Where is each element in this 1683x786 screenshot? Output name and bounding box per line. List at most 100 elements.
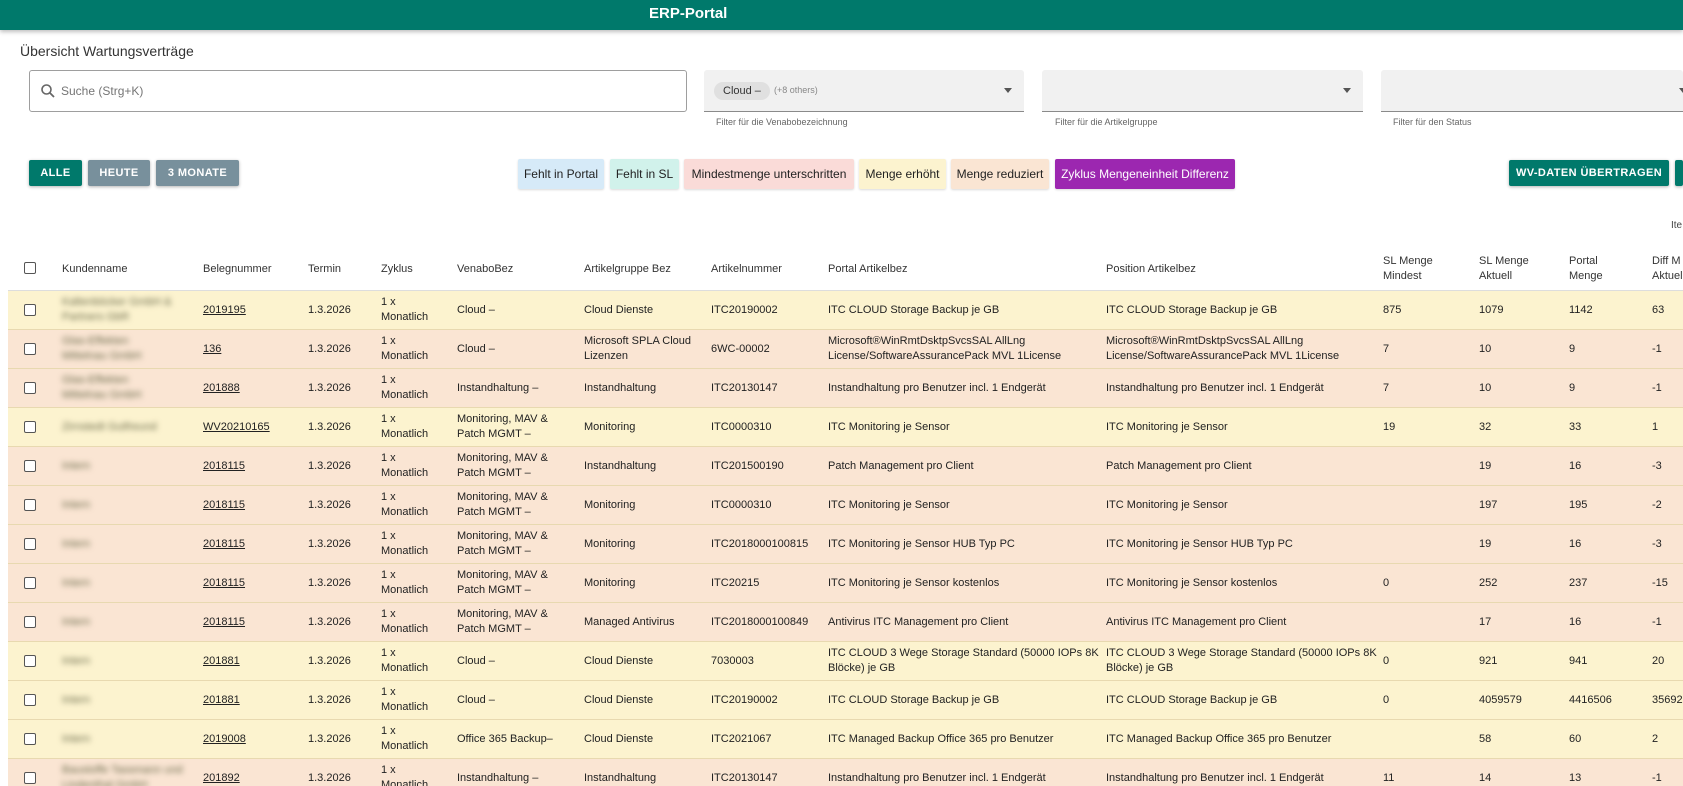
cell-artikelnummer: ITC20130147: [711, 382, 778, 394]
row-checkbox[interactable]: [24, 772, 36, 784]
header-sl-menge-aktuell[interactable]: SL Menge Aktuell: [1479, 254, 1529, 284]
cell-belegnummer[interactable]: 2019195: [203, 303, 246, 318]
header-portal-menge[interactable]: Portal Menge: [1569, 254, 1603, 284]
cell-portal-artikelbez: Instandhaltung pro Benutzer incl. 1 Endg…: [828, 382, 1046, 394]
cell-zyklus: 1 x Monatlich: [381, 764, 429, 786]
header-portal-artikelbez[interactable]: Portal Artikelbez: [828, 262, 907, 277]
cell-termin: 1.3.2026: [308, 382, 351, 394]
header-kundenname[interactable]: Kundenname: [62, 262, 127, 277]
cell-belegnummer[interactable]: 2018115: [203, 576, 245, 591]
table-row[interactable]: Intern 2018115 1.3.2026 1 x Monatlich Monitor…: [8, 447, 1683, 486]
cell-position-artikelbez: Antivirus ITC Management pro Client: [1106, 616, 1287, 628]
row-checkbox[interactable]: [24, 460, 36, 472]
cell-artikelnummer: ITC20130147: [711, 772, 778, 784]
cell-kundenname: Intern: [62, 616, 91, 628]
cell-zyklus: 1 x Monatlich: [381, 452, 429, 479]
row-checkbox[interactable]: [24, 733, 36, 745]
cell-kundenname: Intern: [62, 538, 91, 550]
header-belegnummer[interactable]: Belegnummer: [203, 262, 271, 277]
search-box[interactable]: [29, 70, 687, 112]
header-sl-aktuell-line2: Aktuell: [1479, 270, 1513, 282]
cell-diff-menge-aktuell: -1: [1652, 343, 1662, 355]
filter-chip-cloud[interactable]: Cloud –: [714, 82, 770, 100]
row-checkbox[interactable]: [24, 421, 36, 433]
filter-venabo-select[interactable]: Cloud – (+8 others): [704, 70, 1024, 112]
row-checkbox[interactable]: [24, 304, 36, 316]
cell-zyklus: 1 x Monatlich: [381, 725, 429, 752]
cell-portal-menge: 16: [1569, 616, 1582, 628]
table-row[interactable]: Intern 2018115 1.3.2026 1 x Monatlich Monitor…: [8, 603, 1683, 642]
header-zyklus[interactable]: Zyklus: [381, 262, 413, 277]
header-sl-menge-mindest[interactable]: SL Menge Mindest: [1383, 254, 1433, 284]
cell-belegnummer[interactable]: 2018115: [203, 498, 245, 513]
cell-portal-artikelbez: ITC CLOUD Storage Backup je GB: [828, 304, 1000, 316]
table-row[interactable]: Kaltenböcker GmbH & Partners GbR 2019195 1.…: [8, 291, 1683, 330]
cell-sl-menge-aktuell: 197: [1479, 499, 1498, 511]
cell-portal-menge: 1142: [1569, 304, 1593, 316]
table-row[interactable]: Intern 2019008 1.3.2026 1 x Monatlich Office …: [8, 720, 1683, 759]
overflow-button[interactable]: [1675, 160, 1683, 186]
alle-button[interactable]: ALLE: [29, 160, 82, 186]
cell-portal-menge: 16: [1569, 538, 1582, 550]
cell-belegnummer[interactable]: 201881: [203, 654, 240, 669]
row-checkbox[interactable]: [24, 694, 36, 706]
cell-belegnummer[interactable]: 201888: [203, 381, 240, 396]
cell-belegnummer[interactable]: WV20210165: [203, 420, 270, 435]
header-artikelgruppe[interactable]: Artikelgruppe Bez: [584, 262, 671, 277]
table-row[interactable]: Zirnstedt Gutfreund WV20210165 1.3.2026 1 x…: [8, 408, 1683, 447]
cell-belegnummer[interactable]: 2018115: [203, 615, 245, 630]
cell-termin: 1.3.2026: [308, 694, 351, 706]
cell-belegnummer[interactable]: 136: [203, 342, 221, 357]
row-checkbox[interactable]: [24, 499, 36, 511]
filter-artikelgruppe-select[interactable]: [1042, 70, 1363, 112]
items-per-page-label: Ite: [1671, 220, 1683, 231]
table-row[interactable]: Intern 201881 1.3.2026 1 x Monatlich Cloud – C…: [8, 642, 1683, 681]
table-row[interactable]: Baustoffe Tassmann und Lindenthal GmbH 201…: [8, 759, 1683, 786]
header-artikelnummer[interactable]: Artikelnummer: [711, 262, 782, 277]
cell-artikelnummer: ITC0000310: [711, 499, 772, 511]
table-row[interactable]: Intern 2018115 1.3.2026 1 x Monatlich Monitor…: [8, 486, 1683, 525]
table-row[interactable]: Glas-Effekten Mittelnau GmbH 201888 1.3.202…: [8, 369, 1683, 408]
row-checkbox[interactable]: [24, 538, 36, 550]
row-checkbox[interactable]: [24, 382, 36, 394]
cell-position-artikelbez: ITC CLOUD Storage Backup je GB: [1106, 304, 1278, 316]
header-venabobez[interactable]: VenaboBez: [457, 262, 513, 277]
cell-artikelgruppe: Instandhaltung: [584, 460, 657, 472]
cell-sl-menge-mindest: 7: [1383, 382, 1390, 394]
cell-artikelgruppe: Monitoring: [584, 499, 636, 511]
cell-venabobez: Cloud –: [457, 304, 495, 316]
cell-belegnummer[interactable]: 2018115: [203, 537, 245, 552]
search-input[interactable]: [61, 81, 661, 101]
row-checkbox[interactable]: [24, 655, 36, 667]
row-checkbox[interactable]: [24, 343, 36, 355]
cell-venabobez: Monitoring, MAV & Patch MGMT –: [457, 530, 548, 557]
drei-monate-button[interactable]: 3 MONATE: [156, 160, 239, 186]
cell-artikelgruppe: Cloud Dienste: [584, 694, 654, 706]
heute-button[interactable]: HEUTE: [88, 160, 150, 186]
row-checkbox[interactable]: [24, 577, 36, 589]
row-checkbox[interactable]: [24, 616, 36, 628]
cell-portal-artikelbez: Patch Management pro Client: [828, 460, 974, 472]
cell-zyklus: 1 x Monatlich: [381, 608, 429, 635]
table-row[interactable]: Intern 201881 1.3.2026 1 x Monatlich Cloud – C…: [8, 681, 1683, 720]
cell-artikelnummer: ITC201500190: [711, 460, 784, 472]
cell-zyklus: 1 x Monatlich: [381, 686, 429, 713]
header-termin[interactable]: Termin: [308, 262, 341, 277]
table-row[interactable]: Glas-Effekten Mittelnau GmbH 136 1.3.2026 1 …: [8, 330, 1683, 369]
wv-daten-uebertragen-button[interactable]: WV-DATEN ÜBERTRAGEN: [1509, 160, 1669, 186]
legend-fehlt-in-sl: Fehlt in SL: [610, 159, 679, 189]
cell-belegnummer[interactable]: 2019008: [203, 732, 246, 747]
table-row[interactable]: Intern 2018115 1.3.2026 1 x Monatlich Monitor…: [8, 525, 1683, 564]
search-icon: [41, 84, 55, 98]
select-all-checkbox[interactable]: [24, 262, 36, 274]
legend-fehlt-in-portal: Fehlt in Portal: [518, 159, 604, 189]
cell-belegnummer[interactable]: 201892: [203, 771, 240, 786]
cell-belegnummer[interactable]: 201881: [203, 693, 240, 708]
filter-status-select[interactable]: [1381, 70, 1683, 112]
header-diff-menge-aktuell[interactable]: Diff M Aktuell: [1652, 254, 1683, 284]
cell-belegnummer[interactable]: 2018115: [203, 459, 245, 474]
cell-venabobez: Cloud –: [457, 655, 495, 667]
header-position-artikelbez[interactable]: Position Artikelbez: [1106, 262, 1196, 277]
table-row[interactable]: Intern 2018115 1.3.2026 1 x Monatlich Monitor…: [8, 564, 1683, 603]
cell-termin: 1.3.2026: [308, 655, 351, 667]
